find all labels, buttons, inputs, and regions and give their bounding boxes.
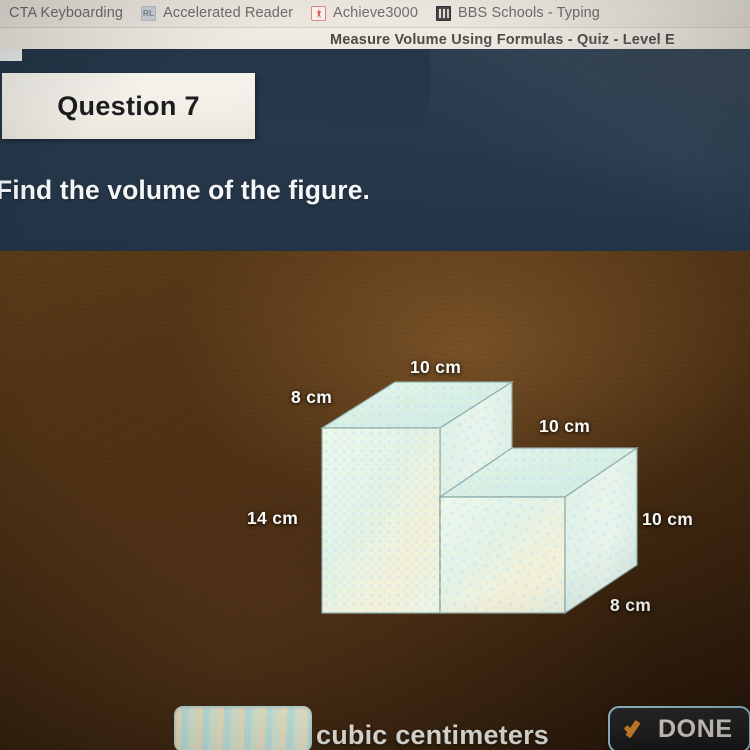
- browser-chrome: CTA Keyboarding RL Accelerated Reader Ac…: [0, 0, 750, 56]
- dimension-right-top-width: 10 cm: [539, 416, 591, 436]
- bookmark-accelerated-reader[interactable]: RL Accelerated Reader: [132, 0, 302, 26]
- achieve3000-icon: [311, 5, 327, 21]
- bookmark-label: Accelerated Reader: [163, 5, 294, 21]
- bookmark-achieve3000[interactable]: Achieve3000: [302, 0, 427, 26]
- bookmark-cta-keyboarding[interactable]: CTA Keyboarding: [0, 0, 132, 26]
- screen-edge-sliver: [0, 49, 22, 61]
- bookmark-label: BBS Schools - Typing: [458, 5, 600, 21]
- dimension-top-width: 10 cm: [410, 357, 462, 377]
- lower-block-front-face: [439, 496, 566, 614]
- question-number-label: Question 7: [57, 90, 200, 121]
- dimension-left-height: 14 cm: [247, 508, 299, 528]
- check-icon: [623, 719, 649, 741]
- question-prompt: Find the volume of the figure.: [0, 175, 370, 205]
- rl-icon: RL: [141, 5, 157, 21]
- bbs-schools-icon: [436, 5, 451, 21]
- bookmark-label: CTA Keyboarding: [9, 5, 124, 21]
- question-badge: Question 7: [2, 73, 255, 139]
- page-title: Measure Volume Using Formulas - Quiz - L…: [330, 32, 675, 48]
- done-button-label: DONE: [658, 715, 733, 743]
- dimension-top-left-depth: 8 cm: [291, 387, 333, 407]
- bookmark-label: Achieve3000: [333, 5, 418, 21]
- done-button[interactable]: DONE: [608, 706, 750, 750]
- screen-photo: CTA Keyboarding RL Accelerated Reader Ac…: [0, 0, 750, 750]
- dimension-bottom-right-depth: 8 cm: [610, 595, 652, 615]
- bookmark-bbs-schools[interactable]: BBS Schools - Typing: [427, 0, 609, 26]
- dimension-right-height: 10 cm: [642, 509, 694, 529]
- answer-unit-label: cubic centimeters: [316, 720, 549, 750]
- answer-input[interactable]: [174, 706, 312, 750]
- bookmarks-bar: CTA Keyboarding RL Accelerated Reader Ac…: [0, 0, 750, 28]
- upper-block-front-face: [321, 427, 441, 614]
